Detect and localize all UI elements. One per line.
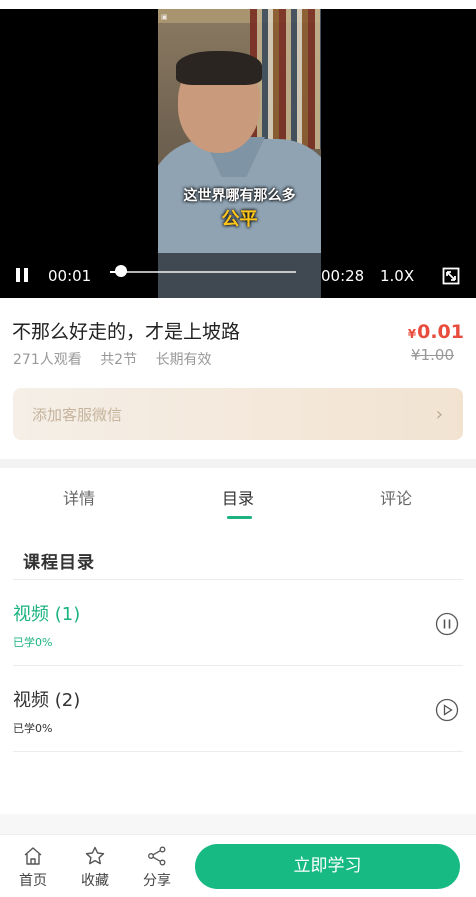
tab-catalog[interactable]: 目录 xyxy=(222,485,254,509)
home-icon xyxy=(24,847,42,865)
bottom-gap xyxy=(0,814,476,834)
duration-time: 00:28 xyxy=(321,267,365,285)
chevron-right-icon: › xyxy=(435,404,443,425)
course-title: 不那么好走的，才是上坡路 xyxy=(12,321,241,343)
lesson-item[interactable]: 视频 (2) 已学0% xyxy=(13,666,463,752)
nav-share-label: 分享 xyxy=(143,873,171,889)
top-strip xyxy=(0,0,476,9)
share-icon xyxy=(148,846,166,866)
playback-speed-button[interactable]: 1.0X xyxy=(380,267,414,285)
star-icon xyxy=(85,846,105,865)
lesson-progress: 已学0% xyxy=(13,636,53,649)
pause-circle-icon[interactable] xyxy=(435,612,459,636)
add-wechat-label: 添加客服微信 xyxy=(32,406,123,424)
section-count: 共2节 xyxy=(100,352,138,368)
catalog-title: 课程目录 xyxy=(23,553,95,573)
section-gap xyxy=(0,459,476,468)
lesson-item[interactable]: 视频 (1) 已学0% xyxy=(13,580,463,666)
price-value: 0.01 xyxy=(417,321,464,343)
view-count: 271人观看 xyxy=(13,352,82,368)
subtitle-line-2: 公平 xyxy=(221,209,258,230)
subtitle-line-1: 这世界哪有那么多 xyxy=(183,188,296,204)
tab-comments[interactable]: 评论 xyxy=(380,485,412,509)
course-meta: 271人观看 共2节 长期有效 xyxy=(13,349,220,369)
speaker-hair xyxy=(176,51,262,85)
currency-symbol: ¥ xyxy=(407,327,417,341)
lesson-name: 视频 (1) xyxy=(13,604,81,625)
lesson-progress: 已学0% xyxy=(13,722,53,735)
validity: 长期有效 xyxy=(155,352,212,368)
current-time: 00:01 xyxy=(48,267,92,285)
tab-bar: 详情 目录 评论 xyxy=(0,468,476,524)
progress-knob[interactable] xyxy=(115,265,128,277)
nav-favorite-label: 收藏 xyxy=(81,873,109,889)
add-wechat-button[interactable]: 添加客服微信 › xyxy=(13,388,463,440)
current-price: ¥0.01 xyxy=(408,321,464,343)
start-learning-button[interactable]: 立即学习 xyxy=(195,844,460,889)
original-price: ¥1.00 xyxy=(411,346,454,364)
play-circle-icon[interactable] xyxy=(435,698,459,722)
divider xyxy=(13,751,463,752)
fullscreen-icon[interactable] xyxy=(442,267,460,285)
nav-favorite[interactable]: 收藏 xyxy=(75,845,115,890)
pause-icon[interactable] xyxy=(12,265,32,285)
nav-home[interactable]: 首页 xyxy=(13,845,53,890)
player-controls: 00:01 00:28 1.0X xyxy=(0,253,476,298)
lesson-name: 视频 (2) xyxy=(13,690,81,711)
progress-track[interactable] xyxy=(110,271,296,273)
video-player[interactable]: ▣ 这世界哪有那么多 公平 00:01 00:28 1.0X xyxy=(0,0,476,298)
bottom-bar: 首页 收藏 分享 立即学习 xyxy=(0,834,476,897)
nav-home-label: 首页 xyxy=(19,873,47,889)
nav-share[interactable]: 分享 xyxy=(137,845,177,890)
active-tab-indicator xyxy=(227,516,252,519)
tab-details[interactable]: 详情 xyxy=(63,485,95,509)
video-watermark: ▣ xyxy=(161,13,168,21)
